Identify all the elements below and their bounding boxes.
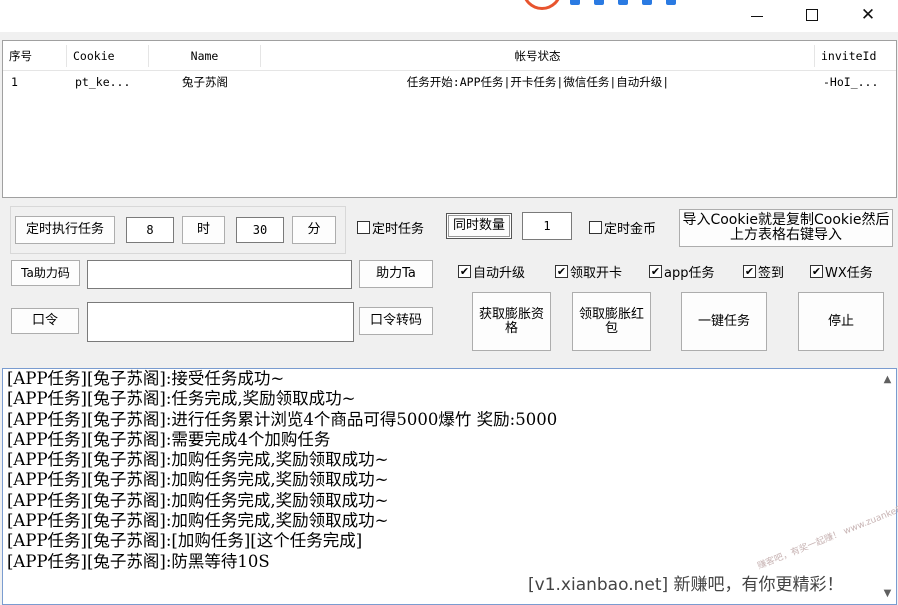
signin-label: 签到: [758, 266, 785, 281]
help-code-button[interactable]: Ta助力码: [11, 260, 80, 286]
help-button[interactable]: 助力Ta: [359, 260, 433, 288]
log-line: [APP任务][兔子苏阁]:任务完成,奖励领取成功~: [7, 389, 356, 409]
title-bar: ✕: [0, 0, 898, 32]
one-click-task-button[interactable]: 一键任务: [681, 292, 767, 351]
checkbox-icon: [357, 221, 370, 234]
command-button[interactable]: 口令: [11, 308, 79, 334]
account-table[interactable]: 序号 Cookie Name 帐号状态 inviteId 1 pt_ke... …: [2, 40, 897, 198]
checkbox-icon: [810, 265, 823, 278]
minimize-icon: [751, 15, 763, 17]
help-code-input[interactable]: [87, 260, 352, 289]
watermark-text: [v1.xianbao.net] 新赚吧，有你更精彩！: [528, 575, 844, 595]
log-line: [APP任务][兔子苏阁]:加购任务完成,奖励领取成功~: [7, 450, 389, 470]
cell-invite-id: -HoI_...: [823, 75, 879, 89]
hour-input[interactable]: 8: [126, 217, 174, 243]
log-line: [APP任务][兔子苏阁]:进行任务累计浏览4个商品可得5000爆竹 奖励:50…: [7, 409, 558, 429]
tray-icon: [666, 0, 676, 5]
hour-button[interactable]: 时: [182, 216, 225, 244]
minute-button[interactable]: 分: [292, 216, 336, 244]
tray-icon: [618, 0, 628, 5]
timed-gold-label: 定时金币: [604, 222, 657, 237]
signin-checkbox[interactable]: 签到: [743, 262, 784, 281]
minute-input[interactable]: 30: [236, 217, 284, 243]
checkbox-icon: [458, 265, 471, 278]
column-header-status[interactable]: 帐号状态: [261, 45, 815, 67]
checkbox-icon: [555, 265, 568, 278]
log-line: [APP任务][兔子苏阁]:接受任务成功~: [7, 369, 285, 388]
checkbox-icon: [743, 265, 756, 278]
column-header-index[interactable]: 序号: [3, 45, 67, 67]
column-header-name[interactable]: Name: [149, 45, 261, 67]
claim-card-label: 领取开卡: [570, 266, 623, 281]
cell-name: 兔子苏阁: [182, 75, 228, 89]
concurrency-input[interactable]: 1: [522, 212, 572, 240]
log-line: [APP任务][兔子苏阁]:加购任务完成,奖励领取成功~: [7, 470, 389, 490]
timed-task-label: 定时任务: [372, 222, 425, 237]
log-lines: [APP任务][兔子苏阁]:接受任务成功~ [APP任务][兔子苏阁]:任务完成,…: [7, 369, 557, 572]
table-row[interactable]: 1 pt_ke... 兔子苏阁 任务开始:APP任务|开卡任务|微信任务|自动升…: [3, 71, 896, 93]
claim-card-checkbox[interactable]: 领取开卡: [555, 262, 622, 281]
maximize-icon: [806, 9, 818, 21]
app-logo-icon: [522, 0, 562, 10]
close-icon: ✕: [860, 5, 876, 25]
tray-icons: [570, 0, 676, 6]
tray-icon: [642, 0, 652, 5]
checkbox-icon: [649, 265, 662, 278]
close-button[interactable]: ✕: [845, 0, 891, 30]
scroll-down-icon[interactable]: ▼: [879, 585, 896, 602]
app-task-checkbox[interactable]: app任务: [649, 262, 714, 281]
column-header-cookie[interactable]: Cookie: [67, 45, 149, 67]
log-line: [APP任务][兔子苏阁]:[加购任务][这个任务完成]: [7, 531, 363, 551]
timed-task-checkbox[interactable]: 定时任务: [357, 218, 424, 237]
log-line: [APP任务][兔子苏阁]:防黑等待10S: [7, 551, 270, 571]
concurrency-button[interactable]: 同时数量: [446, 213, 512, 239]
scroll-up-icon[interactable]: ▲: [879, 371, 896, 388]
command-input[interactable]: [87, 302, 354, 342]
wx-task-checkbox[interactable]: WX任务: [810, 262, 873, 281]
log-line: [APP任务][兔子苏阁]:需要完成4个加购任务: [7, 429, 331, 449]
log-scrollbar[interactable]: ▲ ▼: [879, 369, 896, 604]
minimize-button[interactable]: [734, 0, 780, 30]
column-header-invite-id[interactable]: inviteId: [815, 45, 897, 67]
claim-redpacket-button[interactable]: 领取膨胀红包: [572, 292, 651, 351]
auto-upgrade-checkbox[interactable]: 自动升级: [458, 262, 525, 281]
cell-index: 1: [11, 75, 18, 89]
import-cookie-button[interactable]: 导入Cookie就是复制Cookie然后上方表格右键导入: [679, 209, 893, 247]
tray-icon: [594, 0, 604, 5]
tray-icon: [570, 0, 580, 5]
log-line: [APP任务][兔子苏阁]:加购任务完成,奖励领取成功~: [7, 511, 389, 531]
auto-upgrade-label: 自动升级: [473, 266, 526, 281]
timed-run-button[interactable]: 定时执行任务: [15, 216, 115, 244]
timed-gold-checkbox[interactable]: 定时金币: [589, 218, 656, 237]
cell-status: 任务开始:APP任务|开卡任务|微信任务|自动升级|: [406, 75, 670, 89]
checkbox-icon: [589, 221, 602, 234]
command-convert-button[interactable]: 口令转码: [359, 307, 433, 335]
table-header: 序号 Cookie Name 帐号状态 inviteId: [3, 41, 896, 71]
log-line: [APP任务][兔子苏阁]:加购任务完成,奖励领取成功~: [7, 490, 389, 510]
app-task-label: app任务: [664, 266, 715, 281]
maximize-button[interactable]: [789, 0, 835, 30]
cell-cookie: pt_ke...: [75, 75, 131, 89]
get-qualification-button[interactable]: 获取膨胀资格: [472, 292, 551, 351]
stop-button[interactable]: 停止: [798, 292, 884, 351]
wx-task-label: WX任务: [825, 266, 873, 281]
